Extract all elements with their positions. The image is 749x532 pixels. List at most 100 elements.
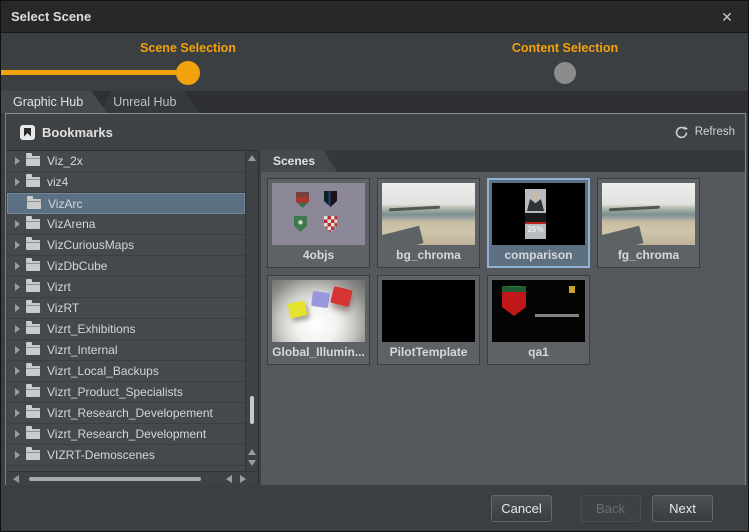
- folder-icon: [26, 219, 40, 229]
- back-button: Back: [580, 495, 641, 522]
- scene-tile-label: comparison: [504, 248, 572, 262]
- scenes-grid: 4objs bg_chroma 25%: [261, 172, 745, 486]
- folder-icon: [26, 240, 40, 250]
- next-button[interactable]: Next: [652, 495, 713, 522]
- folder-label: Vizrt_Exhibitions: [47, 322, 136, 336]
- scroll-right-icon[interactable]: [240, 475, 246, 483]
- expand-icon[interactable]: [15, 325, 20, 333]
- tab-scenes-label: Scenes: [273, 154, 315, 168]
- expand-icon[interactable]: [15, 241, 20, 249]
- scene-tile-fg-chroma[interactable]: fg_chroma: [597, 178, 700, 268]
- main-panel: Bookmarks Refresh Viz_2x viz4 VizArc Viz…: [5, 113, 746, 487]
- step-content-selection-dot[interactable]: [554, 62, 576, 84]
- folder-row[interactable]: Vizrt_Local_Backups: [7, 361, 245, 382]
- folder-icon: [26, 408, 40, 418]
- close-icon[interactable]: ✕: [718, 8, 736, 26]
- folder-label: VizRT: [47, 301, 79, 315]
- folder-label: Vizrt_Product_Specialists: [47, 385, 183, 399]
- footer-bar: Cancel Back Next: [1, 485, 748, 531]
- folder-icon: [26, 261, 40, 271]
- tab-scenes[interactable]: Scenes: [261, 150, 337, 172]
- scroll-left-icon[interactable]: [13, 475, 19, 483]
- folder-row[interactable]: VIZRT-Demoscenes: [7, 445, 245, 466]
- expand-icon[interactable]: [15, 283, 20, 291]
- expand-icon[interactable]: [15, 304, 20, 312]
- folder-row[interactable]: Vizrt_Product_Specialists: [7, 382, 245, 403]
- expand-icon[interactable]: [15, 451, 20, 459]
- folder-label: Vizrt_Local_Backups: [47, 364, 159, 378]
- folder-row[interactable]: VizArena: [7, 214, 245, 235]
- cube-graphic: [288, 300, 308, 318]
- hub-tabstrip: Graphic Hub Unreal Hub: [1, 91, 748, 113]
- folder-row[interactable]: VizCuriousMaps: [7, 235, 245, 256]
- scene-thumbnail-bg-chroma: [382, 183, 475, 245]
- folder-row[interactable]: Vizrt: [7, 277, 245, 298]
- scenes-tabstrip: Scenes: [261, 150, 745, 172]
- vertical-scrollbar[interactable]: [245, 151, 258, 471]
- folder-row[interactable]: viz4: [7, 172, 245, 193]
- scene-tile-comparison[interactable]: 25% comparison: [487, 178, 590, 268]
- cancel-button[interactable]: Cancel: [491, 495, 552, 522]
- cube-graphic: [311, 291, 330, 308]
- tab-graphic-hub[interactable]: Graphic Hub: [1, 91, 107, 113]
- folder-row[interactable]: Vizrt_Internal: [7, 340, 245, 361]
- folder-label: Vizrt_Research_Development: [47, 427, 206, 441]
- scroll-left-icon[interactable]: [226, 475, 232, 483]
- expand-icon[interactable]: [15, 346, 20, 354]
- expand-icon[interactable]: [15, 178, 20, 186]
- folder-icon: [26, 450, 40, 460]
- scene-tile-label: qa1: [528, 345, 549, 359]
- folder-row[interactable]: Vizrt_Exhibitions: [7, 319, 245, 340]
- scroll-down-icon[interactable]: [248, 460, 256, 466]
- scene-thumbnail-fg-chroma: [602, 183, 695, 245]
- scene-tile-4objs[interactable]: 4objs: [267, 178, 370, 268]
- scene-tile-bg-chroma[interactable]: bg_chroma: [377, 178, 480, 268]
- expand-icon[interactable]: [15, 409, 20, 417]
- folder-label: VizDbCube: [47, 259, 107, 273]
- folder-label: VIZRT-Demoscenes: [47, 448, 155, 462]
- crest-emblem: [569, 286, 575, 293]
- dialog-title: Select Scene: [11, 9, 91, 24]
- folder-label: VizCuriousMaps: [47, 238, 134, 252]
- scene-tile-pilot-template[interactable]: PilotTemplate: [377, 275, 480, 365]
- cube-graphic: [330, 286, 353, 307]
- badge-icon: [296, 192, 309, 208]
- expand-icon[interactable]: [15, 388, 20, 396]
- folder-row[interactable]: Viz_2x: [7, 151, 245, 172]
- scroll-up-icon[interactable]: [248, 155, 256, 161]
- bookmarks-list: Viz_2x viz4 VizArc VizArena VizCuriousMa…: [7, 150, 259, 486]
- folder-rows: Viz_2x viz4 VizArc VizArena VizCuriousMa…: [7, 151, 245, 471]
- expand-icon[interactable]: [15, 220, 20, 228]
- scene-tile-global-illumination[interactable]: Global_Illumin...: [267, 275, 370, 365]
- badge-icon: [294, 216, 307, 232]
- expand-icon[interactable]: [15, 367, 20, 375]
- expand-icon[interactable]: [15, 430, 20, 438]
- select-scene-dialog: Select Scene ✕ Scene Selection Content S…: [0, 0, 749, 532]
- wizard-steps: Scene Selection Content Selection: [1, 33, 748, 91]
- scroll-up-icon[interactable]: [248, 449, 256, 455]
- expand-icon[interactable]: [15, 157, 20, 165]
- horizontal-scrollbar[interactable]: [7, 471, 258, 485]
- scene-tile-label: 4objs: [303, 248, 334, 262]
- tab-unreal-hub[interactable]: Unreal Hub: [101, 91, 200, 113]
- refresh-button[interactable]: Refresh: [674, 125, 735, 140]
- scene-tile-label: PilotTemplate: [390, 345, 468, 359]
- folder-icon: [26, 387, 40, 397]
- folder-icon: [26, 366, 40, 376]
- folder-row-selected[interactable]: VizArc: [7, 193, 245, 214]
- folder-row[interactable]: VizRT: [7, 298, 245, 319]
- vertical-scroll-thumb[interactable]: [250, 396, 254, 424]
- folder-row[interactable]: Vizrt_Research_Development: [7, 424, 245, 445]
- expand-icon[interactable]: [15, 262, 20, 270]
- step-scene-selection-dot[interactable]: [176, 61, 200, 85]
- folder-row[interactable]: Vizrt_Research_Developement: [7, 403, 245, 424]
- scene-thumbnail-pilot-template: [382, 280, 475, 342]
- folder-label: Vizrt: [47, 280, 71, 294]
- horizontal-scroll-thumb[interactable]: [29, 477, 201, 481]
- scene-thumbnail-comparison: 25%: [492, 183, 585, 245]
- crest-caption: [535, 314, 579, 317]
- title-bar: Select Scene ✕: [1, 1, 748, 33]
- scene-tile-qa1[interactable]: qa1: [487, 275, 590, 365]
- folder-row[interactable]: VizDbCube: [7, 256, 245, 277]
- scene-tile-label: fg_chroma: [618, 248, 679, 262]
